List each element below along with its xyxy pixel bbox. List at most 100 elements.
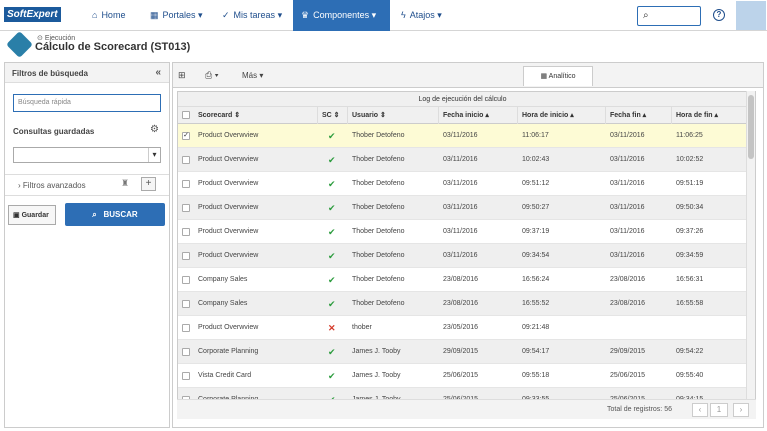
- saved-queries-select[interactable]: ▾: [13, 147, 161, 163]
- row-checkbox[interactable]: [182, 228, 190, 236]
- grid-toolbar: ⊞ ⎙ ▾ Más ▾: [173, 63, 763, 88]
- cell-end-date: 03/11/2016: [610, 204, 645, 211]
- cell-end-date: 03/11/2016: [610, 252, 645, 259]
- cell-end-time: 09:50:34: [676, 204, 704, 211]
- gear-icon[interactable]: ⚙: [150, 124, 159, 135]
- col-sc[interactable]: SC ⇕: [318, 107, 348, 124]
- select-all-checkbox[interactable]: [178, 107, 194, 124]
- table-row[interactable]: Product Overwview ✔ Thober Detofeno 03/11/2…: [178, 244, 747, 268]
- grid-title: Log de ejecución del cálculo: [178, 92, 747, 107]
- cell-user: Thober Detofeno: [352, 276, 405, 283]
- cell-end-time: 09:51:19: [676, 180, 704, 187]
- cell-start-time: 11:06:17: [522, 132, 549, 139]
- table-row[interactable]: Vista Credit Card ✔ James J. Tooby 25/06/20…: [178, 364, 747, 388]
- save-button[interactable]: ▣ Guardar: [8, 205, 56, 225]
- more-button[interactable]: Más ▾: [242, 67, 263, 84]
- row-checkbox[interactable]: [182, 180, 190, 188]
- row-checkbox[interactable]: [182, 276, 190, 284]
- cell-sc: ✔: [318, 148, 336, 172]
- cell-start-time: 09:21:48: [522, 324, 550, 331]
- cell-scorecard: Product Overwview: [198, 324, 259, 331]
- next-page-button[interactable]: ›: [733, 403, 749, 417]
- col-user[interactable]: Usuario ⇕: [348, 107, 439, 124]
- nav-shortcuts[interactable]: ϟ Atajos ▾: [393, 0, 450, 31]
- cell-end-time: 11:06:25: [676, 132, 703, 139]
- col-end-time[interactable]: Hora de fin ▴: [672, 107, 747, 124]
- check-icon: ✓: [222, 10, 230, 20]
- row-checkbox[interactable]: ✓: [182, 132, 190, 140]
- success-check-icon: ✔: [328, 299, 336, 309]
- row-checkbox[interactable]: [182, 372, 190, 380]
- cell-end-date: 23/08/2016: [610, 300, 646, 307]
- softexpert-logo: SoftExpert: [4, 7, 61, 22]
- col-start-time[interactable]: Hora de inicio ▴: [518, 107, 606, 124]
- cell-start-time: 09:51:12: [522, 180, 550, 187]
- table-row[interactable]: Company Sales ✔ Thober Detofeno 23/08/2016 1…: [178, 292, 747, 316]
- success-check-icon: ✔: [328, 203, 336, 213]
- broom-icon[interactable]: ♜: [121, 178, 129, 189]
- cell-start-date: 29/09/2015: [443, 348, 479, 355]
- search-icon: ⌕: [643, 10, 649, 21]
- cell-end-time: 09:55:40: [676, 372, 704, 379]
- row-checkbox[interactable]: [182, 348, 190, 356]
- cell-user: Thober Detofeno: [352, 132, 405, 139]
- table-row[interactable]: Product Overwview ✔ Thober Detofeno 03/11/2…: [178, 172, 747, 196]
- nav-home[interactable]: ⌂ Home: [84, 0, 133, 31]
- table-row[interactable]: ✓ Product Overwview ✔ Thober Detofeno 03/11/…: [178, 124, 747, 148]
- nav-portals[interactable]: ▦ Portales ▾: [142, 0, 211, 31]
- search-filters-panel: Filtros de búsqueda « Búsqueda rápida Con…: [4, 62, 170, 428]
- collapse-icon[interactable]: «: [155, 67, 161, 78]
- col-scorecard[interactable]: Scorecard ⇕: [194, 107, 318, 124]
- table-row[interactable]: Product Overwview ✔ Thober Detofeno 03/11/2…: [178, 220, 747, 244]
- scrollbar-thumb[interactable]: [748, 95, 754, 159]
- home-icon: ⌂: [92, 10, 98, 20]
- cell-user: James J. Tooby: [352, 348, 401, 355]
- filter-panel-icon[interactable]: ⊞: [178, 67, 186, 84]
- help-icon[interactable]: ?: [713, 9, 725, 21]
- cell-start-date: 03/11/2016: [443, 180, 478, 187]
- col-end-date[interactable]: Fecha fin ▴: [606, 107, 672, 124]
- row-checkbox[interactable]: [182, 300, 190, 308]
- cell-end-time: 09:37:26: [676, 228, 704, 235]
- tab-analytic[interactable]: ▦ Analítico: [523, 66, 593, 86]
- nav-my-tasks[interactable]: ✓ Mis tareas ▾: [214, 0, 290, 31]
- cell-user: Thober Detofeno: [352, 252, 405, 259]
- table-row[interactable]: Product Overwview ✔ Thober Detofeno 03/11/2…: [178, 148, 747, 172]
- cell-sc: ✔: [318, 340, 336, 364]
- print-button[interactable]: ⎙ ▾: [205, 67, 218, 84]
- search-button[interactable]: ⌕ BUSCAR: [65, 203, 165, 226]
- top-navigation-bar: SoftExpert ⌂ Home ▦ Portales ▾ ✓ Mis tareas…: [0, 0, 767, 31]
- cell-user: Thober Detofeno: [352, 204, 405, 211]
- quick-search-input[interactable]: Búsqueda rápida: [13, 94, 161, 112]
- cell-user: Thober Detofeno: [352, 300, 405, 307]
- cell-end-date: 03/11/2016: [610, 156, 645, 163]
- vertical-scrollbar[interactable]: [746, 91, 755, 401]
- table-row[interactable]: Product Overwview ✔ Thober Detofeno 03/11/2…: [178, 196, 747, 220]
- add-filter-button[interactable]: +: [141, 177, 156, 191]
- save-icon: ▣: [13, 212, 20, 219]
- cell-end-time: 10:02:52: [676, 156, 704, 163]
- user-avatar[interactable]: [736, 1, 766, 30]
- row-checkbox[interactable]: [182, 156, 190, 164]
- cell-user: Thober Detofeno: [352, 156, 405, 163]
- cell-sc: ✔: [318, 124, 336, 148]
- cell-user: James J. Tooby: [352, 372, 401, 379]
- row-checkbox[interactable]: [182, 252, 190, 260]
- prev-page-button[interactable]: ‹: [692, 403, 708, 417]
- table-icon: ▦: [540, 73, 548, 80]
- success-check-icon: ✔: [328, 251, 336, 261]
- col-start-date[interactable]: Fecha inicio ▴: [439, 107, 518, 124]
- row-checkbox[interactable]: [182, 324, 190, 332]
- table-row[interactable]: Product Overwview ✕ thober 23/05/2016 09:21:…: [178, 316, 747, 340]
- cell-sc: ✔: [318, 364, 336, 388]
- total-records: Total de registros: 56: [607, 406, 672, 413]
- cell-end-date: 03/11/2016: [610, 228, 645, 235]
- row-checkbox[interactable]: [182, 204, 190, 212]
- checkbox-box: [182, 111, 190, 119]
- page-number[interactable]: 1: [710, 403, 728, 417]
- global-search-input[interactable]: ⌕: [637, 6, 701, 26]
- table-row[interactable]: Corporate Planning ✔ James J. Tooby 29/09/2…: [178, 340, 747, 364]
- table-row[interactable]: Company Sales ✔ Thober Detofeno 23/08/2016 1…: [178, 268, 747, 292]
- cell-sc: ✔: [318, 292, 336, 316]
- nav-components[interactable]: ♛ Componentes ▾: [293, 0, 390, 31]
